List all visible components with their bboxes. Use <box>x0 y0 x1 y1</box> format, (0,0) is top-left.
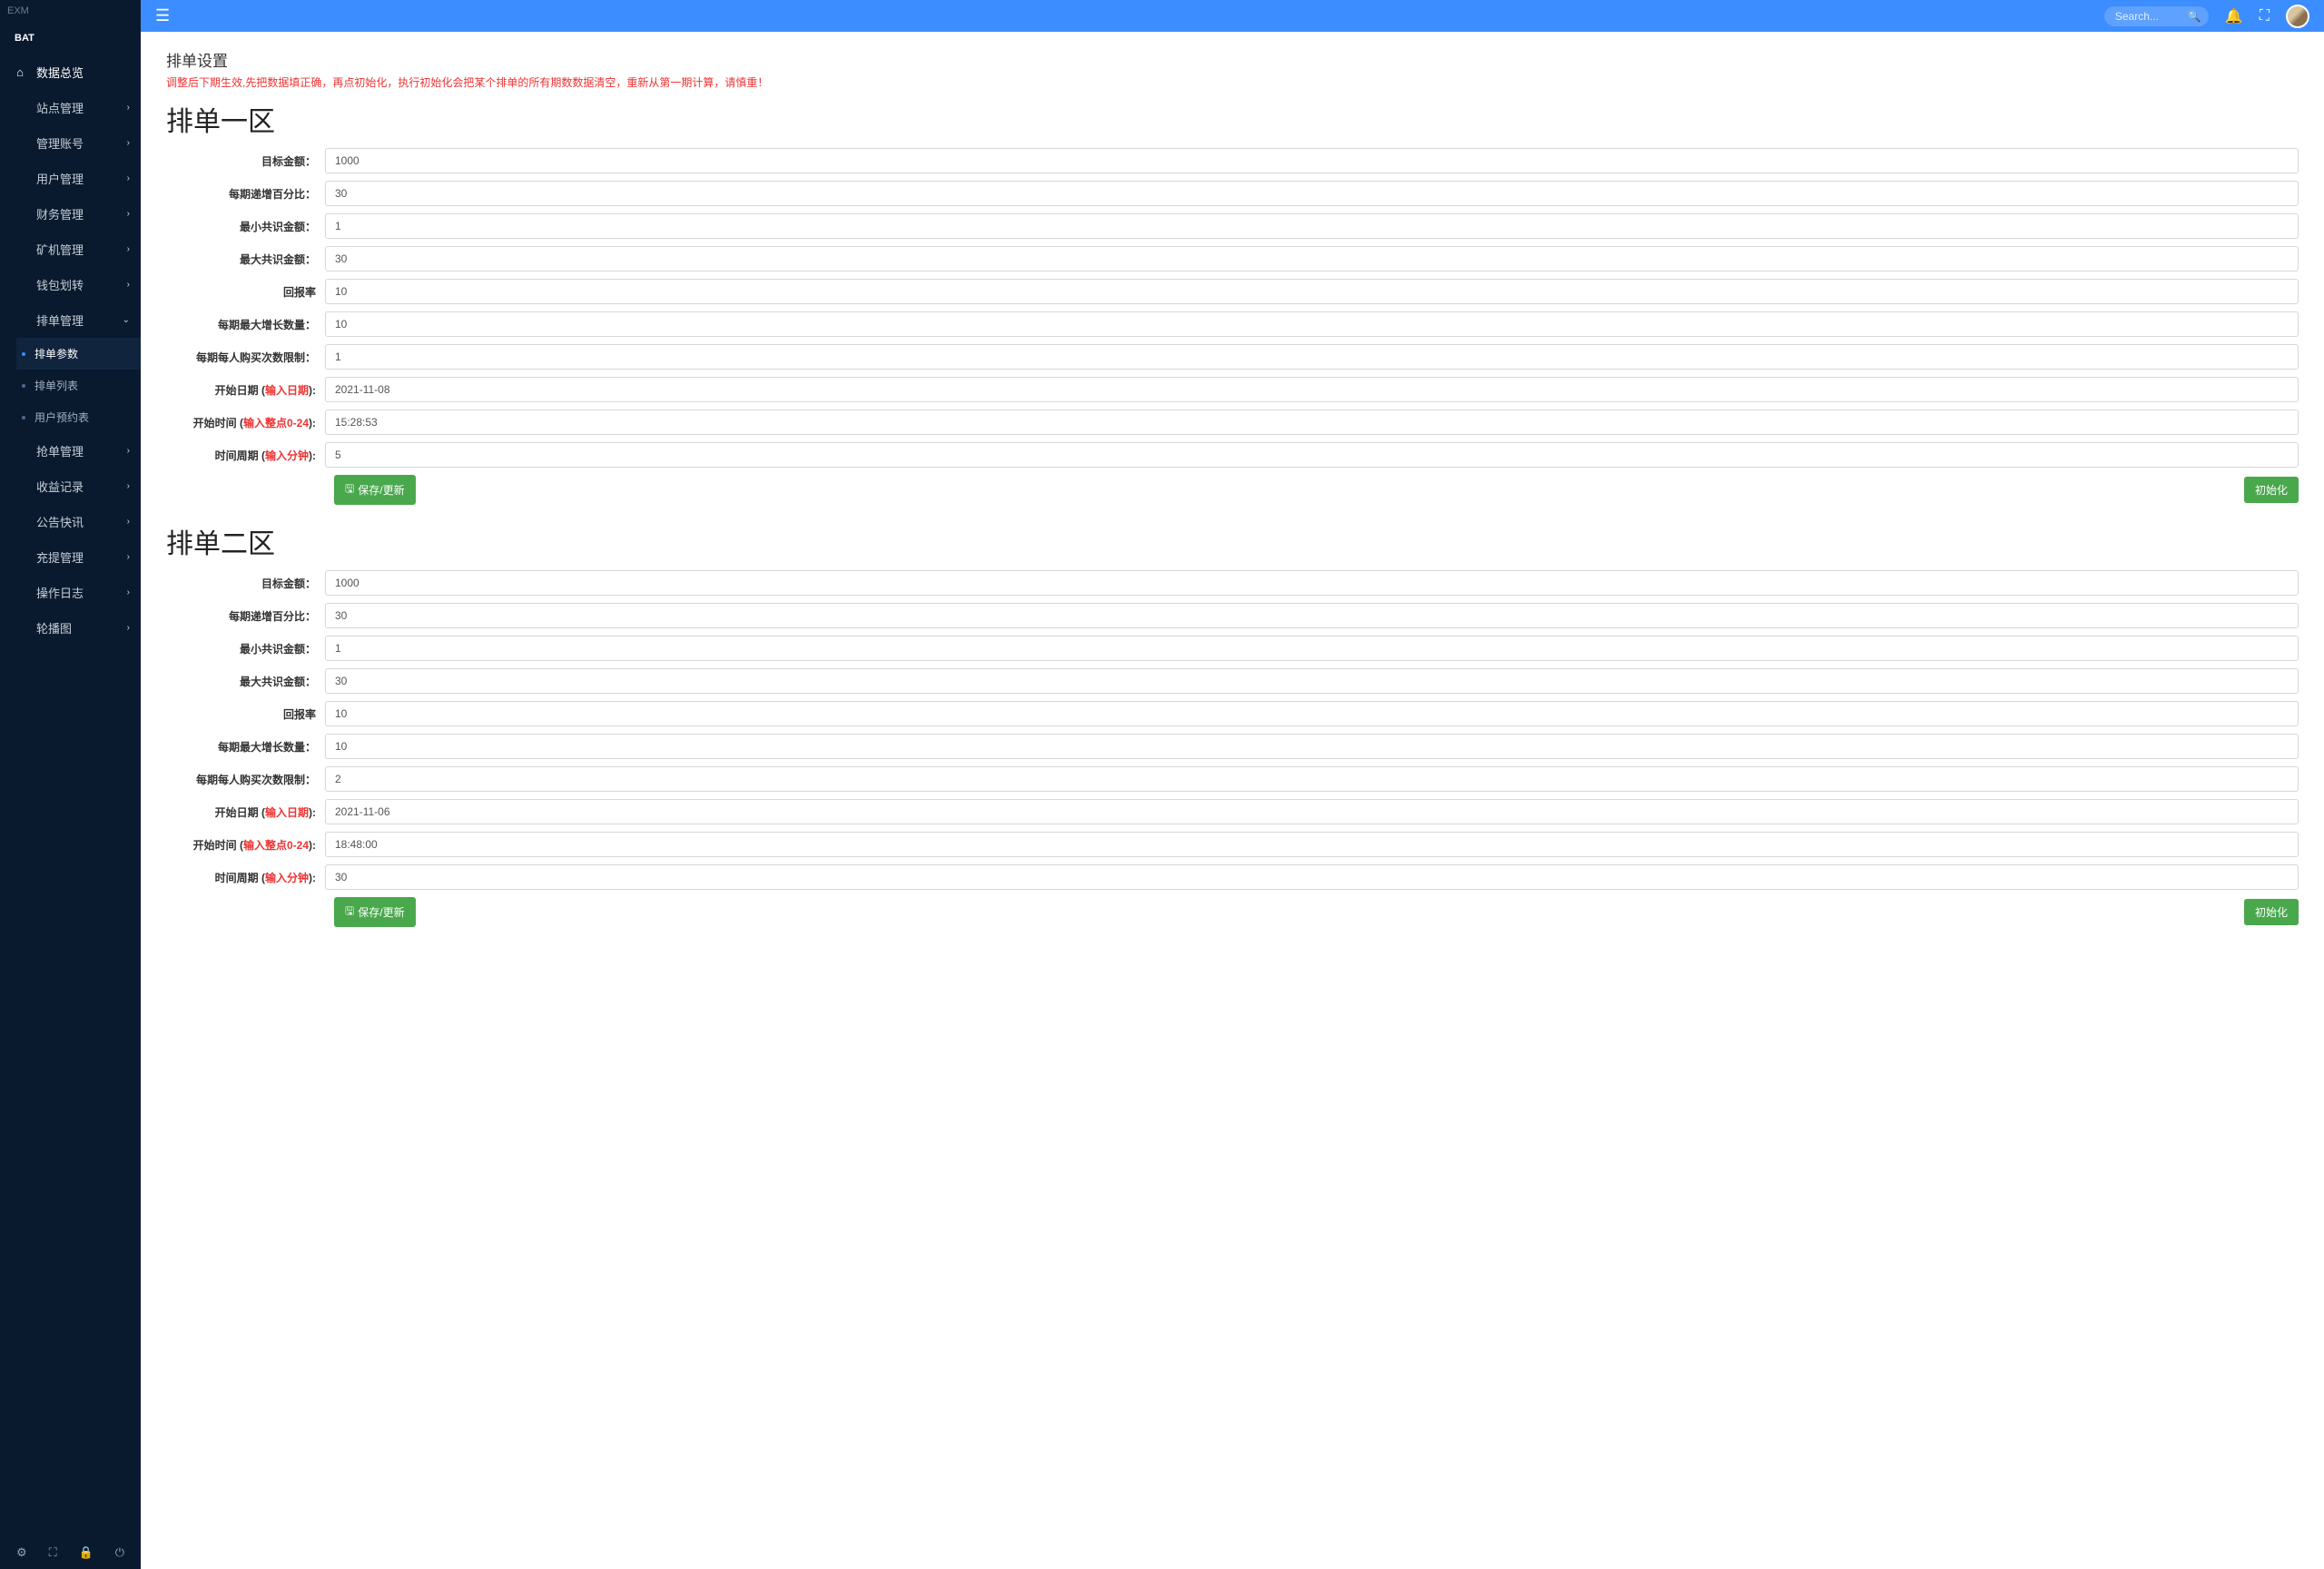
chevron-right-icon: › <box>127 587 130 597</box>
search-input[interactable] <box>2115 10 2188 23</box>
fullscreen-icon[interactable]: ⛶ <box>2260 8 2270 25</box>
topbar: ☰ 🔍 🔔 ⛶ <box>141 0 2324 32</box>
chevron-right-icon: › <box>127 103 130 113</box>
subnav-paidan-list[interactable]: 排单列表 <box>16 370 141 401</box>
page-title: 排单设置 <box>166 48 2299 71</box>
zone1-increment-pct-input[interactable] <box>325 181 2299 206</box>
chevron-right-icon: › <box>127 481 130 491</box>
zone2-save-button[interactable]: 🖫 保存/更新 <box>334 897 416 927</box>
lock-icon[interactable]: 🔒 <box>79 1545 94 1560</box>
subnav-user-reservation[interactable]: 用户预约表 <box>16 401 141 433</box>
zone2-max-consensus-input[interactable] <box>325 668 2299 694</box>
bell-icon[interactable]: 🔔 <box>2225 7 2243 25</box>
zone2-return-rate-input[interactable] <box>325 701 2299 726</box>
nav-miner-manage[interactable]: 矿机管理 › <box>0 232 141 267</box>
paidan-submenu: 排单参数 排单列表 用户预约表 <box>0 338 141 433</box>
label-min-consensus: 最小共识金额： <box>166 219 325 234</box>
zone1-target-amount-input[interactable] <box>325 148 2299 173</box>
label-max-consensus: 最大共识金额： <box>166 252 325 267</box>
nav-overview[interactable]: ⌂ 数据总览 <box>0 54 141 90</box>
chevron-right-icon: › <box>127 552 130 562</box>
avatar[interactable] <box>2286 5 2309 28</box>
zone2-increment-pct-input[interactable] <box>325 603 2299 628</box>
zone1-start-time-input[interactable] <box>325 410 2299 435</box>
nav-grab-manage[interactable]: 抢单管理 › <box>0 433 141 469</box>
sidebar-footer: ⚙ ⛶ 🔒 ⏻ <box>0 1536 141 1569</box>
zone1-return-rate-input[interactable] <box>325 279 2299 304</box>
zone1-max-growth-input[interactable] <box>325 311 2299 337</box>
chevron-right-icon: › <box>127 244 130 254</box>
app-tag: EXM <box>0 0 141 22</box>
nav-carousel[interactable]: 轮播图 › <box>0 610 141 646</box>
chevron-down-icon: ⌄ <box>123 315 130 325</box>
zone1-buy-limit-input[interactable] <box>325 344 2299 370</box>
gear-icon[interactable]: ⚙ <box>16 1545 27 1560</box>
label-max-growth: 每期最大增长数量： <box>166 317 325 332</box>
search-box[interactable]: 🔍 <box>2104 6 2209 26</box>
label-increment-pct: 每期递增百分比： <box>166 186 325 202</box>
zone1-init-button[interactable]: 初始化 <box>2244 477 2299 503</box>
brand-label: BAT <box>0 22 141 54</box>
subnav-paidan-params[interactable]: 排单参数 <box>16 338 141 370</box>
chevron-right-icon: › <box>127 138 130 148</box>
label-cycle: 时间周期 (输入分钟): <box>166 448 325 463</box>
save-icon: 🖫 <box>345 480 354 499</box>
nav-operation-log[interactable]: 操作日志 › <box>0 575 141 610</box>
zone1-max-consensus-input[interactable] <box>325 246 2299 271</box>
zone1-save-button[interactable]: 🖫 保存/更新 <box>334 475 416 505</box>
content: 排单设置 调整后下期生效,先把数据填正确，再点初始化，执行初始化会把某个排单的所… <box>141 32 2324 980</box>
zone2-min-consensus-input[interactable] <box>325 636 2299 661</box>
nav-finance-manage[interactable]: 财务管理 › <box>0 196 141 232</box>
zone2-target-amount-input[interactable] <box>325 570 2299 596</box>
nav-user-manage[interactable]: 用户管理 › <box>0 161 141 196</box>
sidebar: EXM BAT ⌂ 数据总览 站点管理 › 管理账号 › 用户管理 › 财务管理… <box>0 0 141 1569</box>
zone1-min-consensus-input[interactable] <box>325 213 2299 239</box>
zone2-start-date-input[interactable] <box>325 799 2299 824</box>
chevron-right-icon: › <box>127 623 130 633</box>
zone1-start-date-input[interactable] <box>325 377 2299 402</box>
save-icon: 🖫 <box>345 903 354 922</box>
zone2-init-button[interactable]: 初始化 <box>2244 899 2299 925</box>
zone1-title: 排单一区 <box>166 99 2299 139</box>
nav-site-manage[interactable]: 站点管理 › <box>0 90 141 125</box>
zone2-start-time-input[interactable] <box>325 832 2299 857</box>
nav-profit-record[interactable]: 收益记录 › <box>0 469 141 504</box>
nav-paidan-manage[interactable]: 排单管理 ⌄ <box>0 302 141 338</box>
nav-admin-account[interactable]: 管理账号 › <box>0 125 141 161</box>
zone1-cycle-input[interactable] <box>325 442 2299 468</box>
page-desc: 调整后下期生效,先把数据填正确，再点初始化，执行初始化会把某个排单的所有期数数据… <box>166 74 2299 90</box>
nav-announcement[interactable]: 公告快讯 › <box>0 504 141 539</box>
expand-icon[interactable]: ⛶ <box>49 1545 57 1560</box>
zone2-max-growth-input[interactable] <box>325 734 2299 759</box>
zone2-buy-limit-input[interactable] <box>325 766 2299 792</box>
chevron-right-icon: › <box>127 209 130 219</box>
chevron-right-icon: › <box>127 446 130 456</box>
nav-overview-label: 数据总览 <box>36 64 84 81</box>
nav-wallet-transfer[interactable]: 钱包划转 › <box>0 267 141 302</box>
chevron-right-icon: › <box>127 173 130 183</box>
label-buy-limit: 每期每人购买次数限制： <box>166 350 325 365</box>
home-icon: ⌂ <box>13 65 27 79</box>
label-start-date: 开始日期 (输入日期): <box>166 382 325 398</box>
search-icon[interactable]: 🔍 <box>2188 10 2201 23</box>
label-start-time: 开始时间 (输入整点0-24): <box>166 415 325 430</box>
label-return-rate: 回报率 <box>166 284 325 300</box>
zone2-cycle-input[interactable] <box>325 864 2299 890</box>
chevron-right-icon: › <box>127 280 130 290</box>
menu-toggle-icon[interactable]: ☰ <box>155 6 170 25</box>
nav-deposit-withdraw[interactable]: 充提管理 › <box>0 539 141 575</box>
power-icon[interactable]: ⏻ <box>115 1545 124 1560</box>
chevron-right-icon: › <box>127 517 130 527</box>
label-target-amount: 目标金额： <box>166 153 325 169</box>
zone2-title: 排单二区 <box>166 521 2299 561</box>
